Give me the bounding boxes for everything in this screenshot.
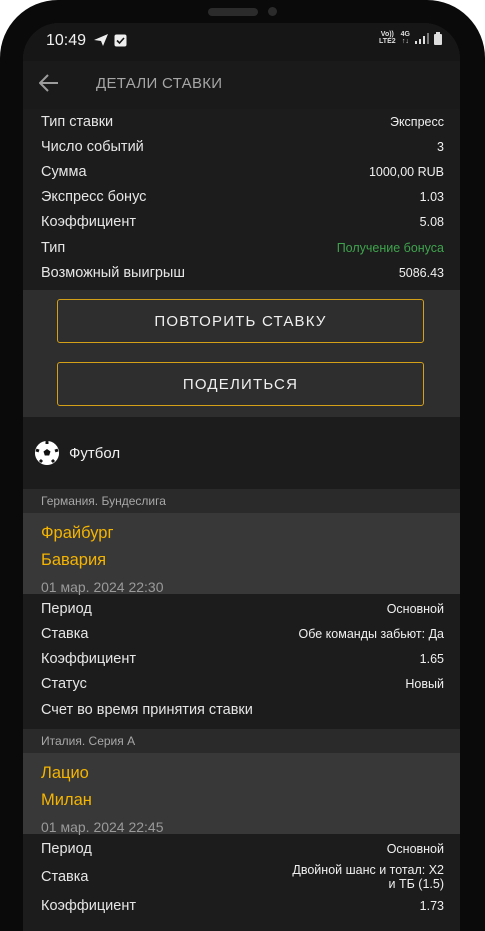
event-row-coefficient: Коэффициент 1.65 — [41, 651, 444, 668]
match-block: Лацио Милан 01 мар. 2024 22:45 — [23, 753, 460, 836]
summary-row-type: Тип Получение бонуса — [41, 239, 444, 256]
team-home: Лацио — [41, 764, 89, 783]
event-row-coefficient: Коэффициент 1.73 — [41, 898, 444, 915]
match-date: 01 мар. 2024 22:30 — [41, 579, 164, 596]
match-block: Фрайбург Бавария 01 мар. 2024 22:30 — [23, 513, 460, 596]
share-button[interactable]: ПОДЕЛИТЬСЯ — [57, 362, 424, 407]
event-card[interactable]: Германия. Бундеслига Фрайбург Бавария 01… — [23, 489, 460, 722]
event-row-score: Счет во время принятия ставки — [41, 701, 253, 718]
volte-indicator: Vo)) LTE2 — [379, 31, 396, 45]
event-row-bet: Ставка Обе команды забьют: Да — [41, 626, 444, 643]
status-bar: 10:49 Vo)) LTE2 4G ↑↓ — [23, 23, 460, 61]
phone-frame: 10:49 Vo)) LTE2 4G ↑↓ ДЕТАЛИ СТАВКИ Тип … — [0, 0, 485, 931]
summary-row-express-bonus: Экспресс бонус 1.03 — [41, 189, 444, 206]
event-card[interactable]: Италия. Серия А Лацио Милан 01 мар. 2024… — [23, 729, 460, 918]
sport-header: Футбол — [23, 417, 460, 490]
event-row-period: Период Основной — [41, 840, 444, 857]
navigation-arrow-icon — [94, 34, 108, 46]
page-title: ДЕТАЛИ СТАВКИ — [96, 75, 223, 92]
soccer-ball-icon — [35, 441, 59, 466]
status-time: 10:49 — [46, 32, 87, 49]
bonus-status: Получение бонуса — [336, 240, 444, 255]
phone-camera — [268, 7, 277, 16]
event-details: Период Основной Ставка Обе команды забьют:… — [23, 594, 460, 722]
summary-row-amount: Сумма 1000,00 RUB — [41, 163, 444, 180]
league-name: Италия. Серия А — [23, 729, 460, 754]
actions-area: ПОВТОРИТЬ СТАВКУ ПОДЕЛИТЬСЯ — [23, 290, 460, 418]
sport-name: Футбол — [69, 444, 121, 462]
back-arrow-icon[interactable] — [39, 74, 59, 92]
bet-details: Тип ставки Экспресс Число событий 3 Сумма 1… — [23, 109, 460, 919]
event-details: Период Основной Ставка Двойной шанс и тот… — [23, 834, 460, 918]
event-row-status: Статус Новый — [41, 676, 444, 693]
data-indicator: 4G ↑↓ — [400, 31, 410, 45]
event-row-bet: Ставка Двойной шанс и тотал: X2 и ТБ (1.… — [41, 863, 444, 892]
signal-icon — [415, 32, 429, 44]
divider — [23, 722, 460, 729]
team-away: Бавария — [41, 551, 107, 570]
match-date: 01 мар. 2024 22:45 — [41, 819, 164, 836]
phone-speaker — [208, 8, 258, 16]
summary-row-events-count: Число событий 3 — [41, 138, 444, 155]
league-name: Германия. Бундеслига — [23, 489, 460, 514]
notification-icon — [114, 34, 127, 46]
summary-row-possible-win: Возможный выигрыш 5086.43 — [41, 264, 444, 281]
repeat-bet-button[interactable]: ПОВТОРИТЬ СТАВКУ — [57, 299, 424, 344]
summary-section: Тип ставки Экспресс Число событий 3 Сумма 1… — [23, 109, 460, 285]
event-row-period: Период Основной — [41, 600, 444, 617]
app-bar: ДЕТАЛИ СТАВКИ — [23, 61, 460, 109]
summary-row-bet-type: Тип ставки Экспресс — [41, 113, 444, 130]
battery-icon — [434, 31, 442, 45]
screen: 10:49 Vo)) LTE2 4G ↑↓ ДЕТАЛИ СТАВКИ Тип … — [23, 23, 460, 931]
team-home: Фрайбург — [41, 524, 114, 543]
summary-row-coefficient: Коэффициент 5.08 — [41, 214, 444, 231]
team-away: Милан — [41, 791, 92, 810]
